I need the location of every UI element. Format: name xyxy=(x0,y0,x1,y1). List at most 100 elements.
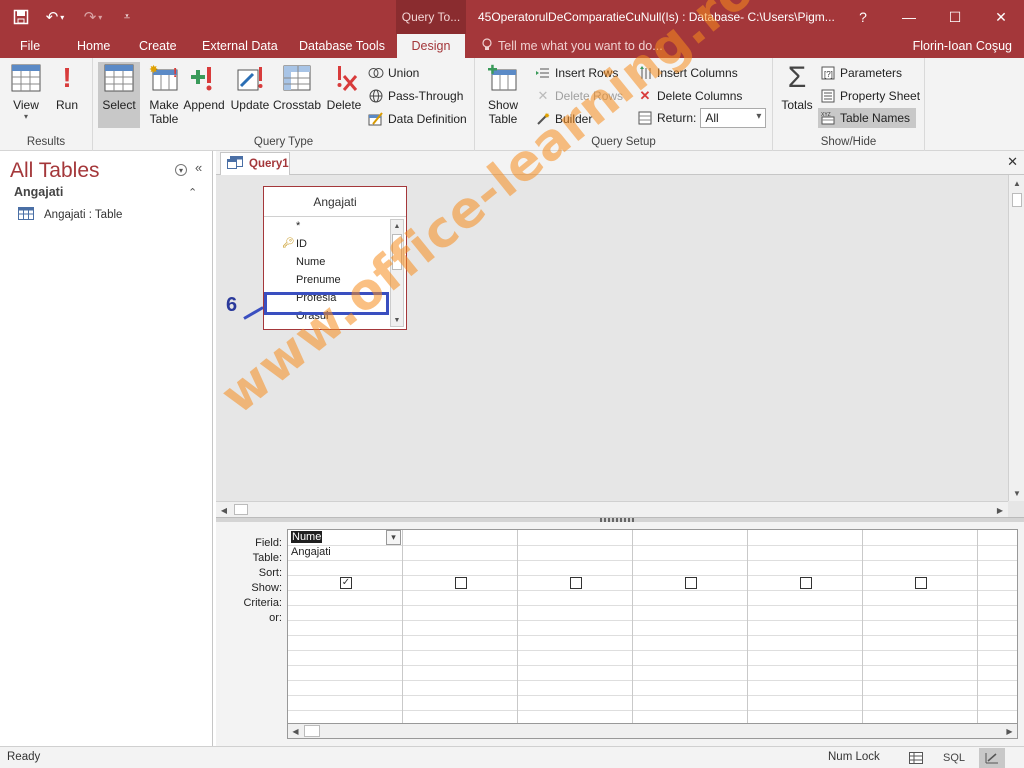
show-checkbox[interactable] xyxy=(570,577,582,589)
table-names-button[interactable]: XYZ Table Names xyxy=(818,108,917,128)
scroll-left-icon[interactable]: ◀ xyxy=(216,502,232,518)
run-button[interactable]: ! Run xyxy=(45,62,89,128)
tell-me-box[interactable]: Tell me what you want to do... xyxy=(482,38,663,54)
tab-home[interactable]: Home xyxy=(67,34,120,58)
crosstab-button[interactable]: Crosstab xyxy=(273,62,321,128)
grid-column-7[interactable] xyxy=(978,530,1017,723)
table-cell[interactable]: Angajati xyxy=(288,545,402,560)
tab-database-tools[interactable]: Database Tools xyxy=(289,34,395,58)
tab-create[interactable]: Create xyxy=(129,34,187,58)
grid-column-6[interactable] xyxy=(863,530,978,723)
design-view-icon[interactable] xyxy=(979,748,1005,768)
insert-rows-icon xyxy=(535,65,551,81)
return-select[interactable]: All xyxy=(700,108,767,128)
scroll-left-icon[interactable]: ◀ xyxy=(288,724,303,738)
group-label-query-type: Query Type xyxy=(253,136,314,148)
insert-rows-button[interactable]: Insert Rows xyxy=(535,63,618,83)
customize-qat-icon[interactable]: ⩡ xyxy=(114,4,140,30)
return-control: Return: All xyxy=(637,108,767,128)
collapse-group-icon[interactable]: ⌃ xyxy=(188,186,197,199)
grid-column-5[interactable] xyxy=(748,530,863,723)
scroll-up-icon[interactable]: ▲ xyxy=(391,220,403,232)
tab-file[interactable]: File xyxy=(10,34,50,58)
scroll-thumb[interactable] xyxy=(304,725,320,737)
scroll-down-icon[interactable]: ▼ xyxy=(1009,485,1024,501)
scroll-thumb[interactable] xyxy=(392,234,402,270)
tab-external-data[interactable]: External Data xyxy=(192,34,288,58)
insert-columns-icon xyxy=(637,65,653,81)
show-checkbox[interactable] xyxy=(455,577,467,589)
builder-button[interactable]: ✸ Builder xyxy=(535,109,592,129)
title-bar: ↶ ▾ ↷ ▾ ⩡ Query To... 45OperatorulDeCompar… xyxy=(0,0,1024,34)
chevron-down-icon[interactable]: ▾ xyxy=(386,530,401,545)
totals-button[interactable]: Σ Totals xyxy=(777,61,817,128)
window-title: 45OperatorulDeComparatieCuNull(Is) : Dat… xyxy=(478,10,835,24)
scroll-up-icon[interactable]: ▲ xyxy=(1009,175,1024,191)
show-table-button[interactable]: Show Table xyxy=(481,62,525,128)
query-icon xyxy=(227,156,243,172)
scroll-right-icon[interactable]: ▶ xyxy=(992,502,1008,518)
row-label-show: Show: xyxy=(251,582,282,594)
grid-column-1[interactable]: Nume ▾ Angajati ✓ xyxy=(288,530,403,723)
close-document-icon[interactable]: ✕ xyxy=(1007,154,1018,170)
show-checkbox[interactable] xyxy=(685,577,697,589)
tab-query1[interactable]: Query1 xyxy=(220,152,290,175)
tab-design[interactable]: Design xyxy=(397,34,465,58)
run-label: Run xyxy=(55,98,78,112)
grid-column-2[interactable] xyxy=(403,530,518,723)
show-checkbox-checked[interactable]: ✓ xyxy=(340,577,352,589)
show-checkbox[interactable] xyxy=(800,577,812,589)
chevron-down-icon[interactable]: ▾ xyxy=(175,164,187,176)
design-horizontal-scrollbar[interactable]: ◀ ▶ xyxy=(216,501,1008,517)
scroll-thumb[interactable] xyxy=(234,504,248,515)
design-vertical-scrollbar[interactable]: ▲ ▼ xyxy=(1008,175,1024,501)
crosstab-label: Crosstab xyxy=(273,98,322,112)
insert-columns-button[interactable]: Insert Columns xyxy=(637,63,738,83)
union-button[interactable]: Union xyxy=(368,63,419,83)
delete-query-button[interactable]: Delete xyxy=(322,62,366,128)
maximize-icon[interactable]: ☐ xyxy=(932,0,978,34)
make-table-button[interactable]: ✸! Make Table xyxy=(142,62,186,128)
help-button[interactable]: ? xyxy=(840,0,886,34)
minimize-icon[interactable]: — xyxy=(886,0,932,34)
scroll-right-icon[interactable]: ▶ xyxy=(1002,724,1017,738)
scroll-thumb[interactable] xyxy=(1012,193,1022,207)
data-definition-button[interactable]: Data Definition xyxy=(368,109,467,129)
field-item-all[interactable]: * xyxy=(264,217,390,235)
pass-through-button[interactable]: Pass-Through xyxy=(368,86,463,106)
scroll-down-icon[interactable]: ▼ xyxy=(391,314,403,326)
view-button[interactable]: View ▾ xyxy=(4,62,48,128)
field-item-id[interactable]: 🔑︎ ID xyxy=(264,235,390,253)
close-icon[interactable]: ✕ xyxy=(978,0,1024,34)
sql-view-button[interactable]: SQL xyxy=(941,748,967,768)
parameters-button[interactable]: [?] Parameters xyxy=(820,63,902,83)
update-button[interactable]: Update xyxy=(228,62,272,128)
save-icon[interactable] xyxy=(8,4,34,30)
field-list-title[interactable]: Angajati xyxy=(264,187,406,217)
insert-columns-label: Insert Columns xyxy=(657,66,738,80)
collapse-pane-icon[interactable]: « xyxy=(195,160,202,175)
field-item-prenume[interactable]: Prenume xyxy=(264,271,390,289)
datasheet-view-icon[interactable] xyxy=(903,748,929,768)
nav-group-header[interactable]: Angajati xyxy=(14,185,63,199)
field-item-nume[interactable]: Nume xyxy=(264,253,390,271)
show-table-label-2: Table xyxy=(488,112,518,126)
grid-column-4[interactable] xyxy=(633,530,748,723)
user-name[interactable]: Florin-Ioan Coşug xyxy=(913,39,1012,53)
delete-columns-button[interactable]: ✕ Delete Columns xyxy=(637,86,743,106)
delete-rows-button[interactable]: ✕ Delete Rows xyxy=(535,86,623,106)
annotation-pointer-line xyxy=(243,306,264,320)
select-query-button[interactable]: Select xyxy=(98,62,140,128)
field-cell[interactable]: Nume xyxy=(288,530,402,545)
pass-through-label: Pass-Through xyxy=(388,89,464,103)
nav-pane-title[interactable]: All Tables xyxy=(10,159,100,183)
field-list-scrollbar[interactable]: ▲ ▼ xyxy=(390,219,404,327)
grid-horizontal-scrollbar[interactable]: ◀ ▶ xyxy=(287,724,1018,739)
append-button[interactable]: Append xyxy=(183,62,225,128)
show-checkbox[interactable] xyxy=(915,577,927,589)
property-sheet-button[interactable]: Property Sheet xyxy=(820,86,920,106)
undo-icon[interactable]: ↶ ▾ xyxy=(38,4,72,30)
nav-item-table[interactable]: Angajati : Table xyxy=(18,207,122,223)
grid-column-3[interactable] xyxy=(518,530,633,723)
redo-icon[interactable]: ↷ ▾ xyxy=(76,4,110,30)
